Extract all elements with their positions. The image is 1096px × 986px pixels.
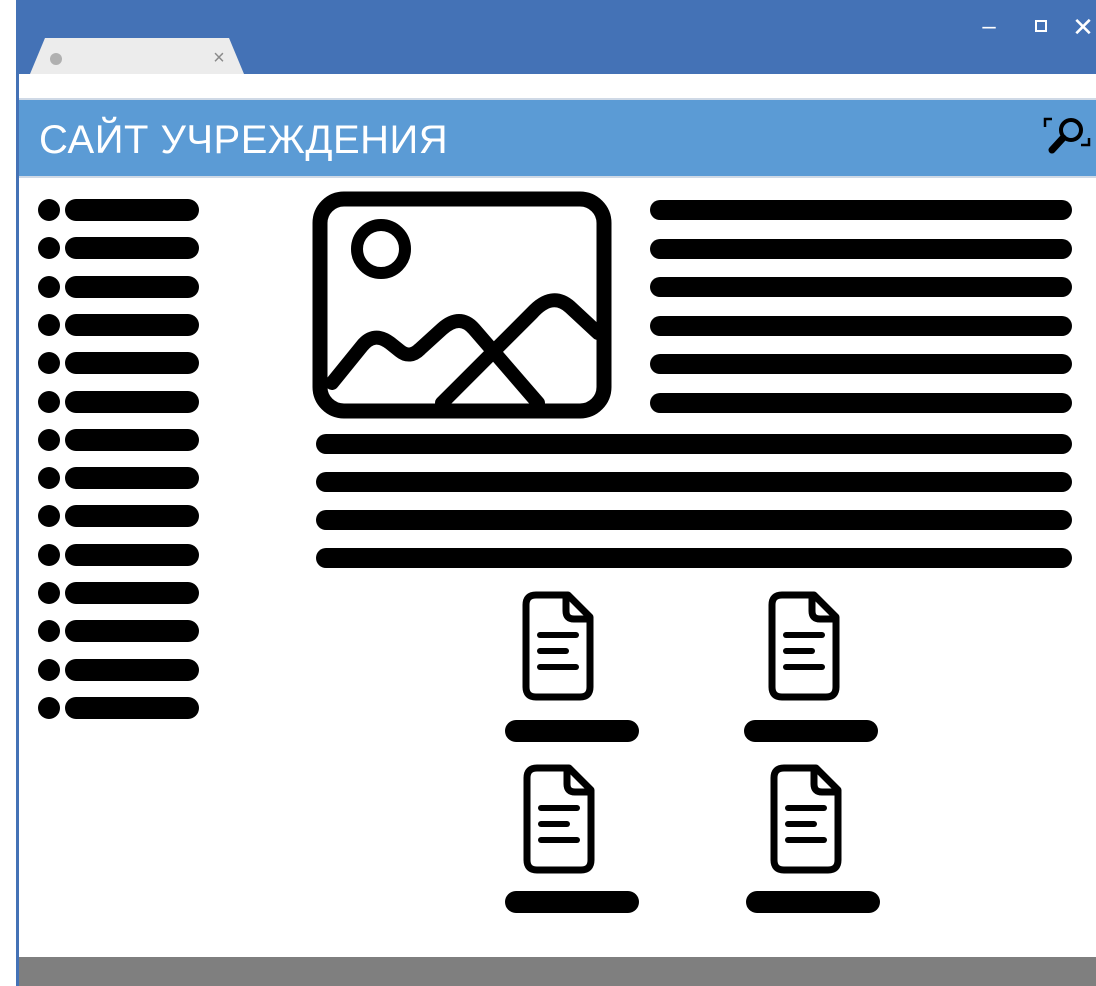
text-line — [650, 238, 1072, 259]
tab-favicon-icon — [50, 53, 62, 65]
sidebar-item[interactable] — [65, 505, 199, 528]
article-image — [312, 191, 612, 419]
bullet-icon — [38, 237, 60, 260]
sidebar-item[interactable] — [65, 237, 199, 260]
image-icon — [312, 191, 612, 419]
document-caption[interactable] — [505, 720, 639, 742]
bullet-icon — [38, 620, 60, 643]
sidebar-item[interactable] — [65, 696, 199, 719]
text-line — [316, 472, 1072, 492]
bullet-icon — [38, 352, 60, 375]
bullet-icon — [38, 505, 60, 528]
bullet-icon — [38, 467, 60, 490]
text-line — [650, 392, 1072, 413]
tab-close-icon[interactable]: × — [207, 44, 231, 72]
document-item[interactable] — [770, 764, 842, 874]
site-footer — [19, 957, 1096, 986]
bullet-icon — [38, 199, 60, 221]
document-item[interactable] — [522, 591, 594, 701]
sidebar-item[interactable] — [65, 199, 199, 221]
text-line — [650, 354, 1072, 374]
maximize-button[interactable] — [1027, 12, 1055, 42]
bullet-icon — [38, 313, 60, 336]
sidebar-item[interactable] — [65, 543, 199, 566]
document-icon — [770, 764, 842, 874]
text-line — [316, 548, 1072, 568]
bullet-icon — [38, 658, 60, 681]
sidebar-item[interactable] — [65, 620, 199, 643]
minimize-button[interactable]: – — [974, 12, 1004, 42]
text-line — [316, 434, 1072, 454]
sidebar-item[interactable] — [65, 582, 199, 604]
sidebar-item[interactable] — [65, 390, 199, 413]
text-line — [650, 277, 1072, 297]
document-icon — [523, 764, 595, 874]
document-caption[interactable] — [744, 720, 878, 742]
text-line — [316, 510, 1072, 530]
document-icon — [768, 591, 840, 701]
sidebar-item[interactable] — [65, 658, 199, 681]
site-title[interactable]: САЙТ УЧРЕЖДЕНИЯ — [39, 116, 448, 164]
maximize-icon — [1035, 20, 1047, 32]
text-line — [650, 200, 1072, 220]
sidebar-item[interactable] — [65, 352, 199, 375]
search-icon — [1043, 117, 1091, 154]
bullet-icon — [38, 582, 60, 604]
bullet-icon — [38, 275, 60, 298]
document-caption[interactable] — [505, 891, 639, 913]
bullet-icon — [38, 543, 60, 566]
document-icon — [522, 591, 594, 701]
text-line — [650, 315, 1072, 336]
sidebar-item[interactable] — [65, 313, 199, 336]
site-header: САЙТ УЧРЕЖДЕНИЯ — [19, 98, 1096, 178]
bullet-icon — [38, 696, 60, 719]
search-button[interactable] — [1041, 110, 1095, 162]
sidebar-item[interactable] — [65, 275, 199, 298]
sidebar-item[interactable] — [65, 467, 199, 490]
document-item[interactable] — [768, 591, 840, 701]
document-caption[interactable] — [746, 891, 880, 913]
bullet-icon — [38, 390, 60, 413]
document-item[interactable] — [523, 764, 595, 874]
bullet-icon — [38, 428, 60, 451]
sidebar-item[interactable] — [65, 428, 199, 451]
window-close-button[interactable]: ✕ — [1070, 12, 1096, 42]
